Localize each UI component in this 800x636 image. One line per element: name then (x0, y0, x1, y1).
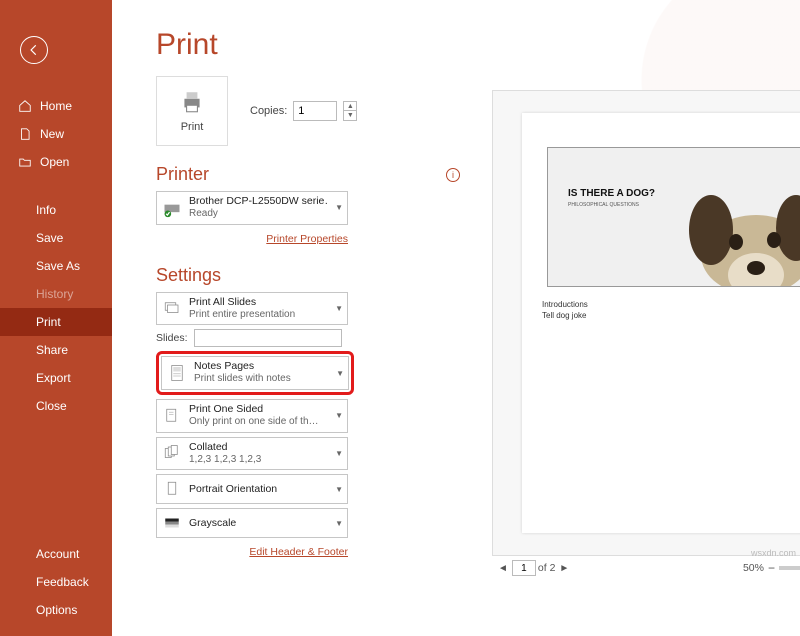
zoom-out-button[interactable]: − (768, 561, 775, 575)
preview-viewport: IS THERE A DOG? PHILOSOPHICAL QUESTIONS … (492, 90, 800, 556)
dog-image (666, 180, 800, 287)
zoom-slider[interactable] (779, 566, 800, 570)
sides-dropdown[interactable]: Print One SidedOnly print on one side of… (156, 399, 348, 433)
back-button[interactable] (20, 36, 48, 64)
orientation-dropdown[interactable]: Portrait Orientation ▼ (156, 474, 348, 504)
printer-ready-icon (161, 197, 183, 219)
sidebar-item-print[interactable]: Print (0, 308, 112, 336)
collation-dropdown[interactable]: Collated1,2,3 1,2,3 1,2,3 ▼ (156, 437, 348, 471)
sidebar-item-info[interactable]: Info (0, 196, 112, 224)
printer-icon (179, 89, 205, 115)
one-sided-icon (161, 405, 183, 427)
print-button[interactable]: Print (156, 76, 228, 146)
next-page-button[interactable]: ► (557, 563, 571, 574)
copies-input[interactable] (293, 101, 337, 121)
slide-thumbnail: IS THERE A DOG? PHILOSOPHICAL QUESTIONS (547, 147, 800, 287)
color-dropdown[interactable]: Grayscale ▼ (156, 508, 348, 538)
page-number-input[interactable] (512, 560, 536, 576)
prev-page-button[interactable]: ◄ (496, 563, 510, 574)
sidebar-item-share[interactable]: Share (0, 336, 112, 364)
slides-label: Slides: (156, 332, 188, 344)
slides-stack-icon (161, 297, 183, 319)
page-total: of 2 (538, 562, 556, 574)
sidebar-label: Home (40, 99, 72, 113)
slides-range-input[interactable] (194, 329, 342, 347)
zoom-level: 50% (743, 562, 764, 574)
preview-footer: ◄ of 2 ► 50% − + (492, 556, 800, 580)
slide-title: IS THERE A DOG? (568, 188, 655, 199)
print-layout-dropdown[interactable]: Notes PagesPrint slides with notes ▼ (161, 356, 349, 390)
print-range-dropdown[interactable]: Print All SlidesPrint entire presentatio… (156, 292, 348, 326)
chevron-down-icon: ▼ (335, 449, 343, 458)
sidebar-label: New (40, 127, 64, 141)
printer-properties-link[interactable]: Printer Properties (266, 233, 348, 245)
layout-dropdown-highlight: Notes PagesPrint slides with notes ▼ (156, 351, 354, 395)
notes-page-icon (166, 362, 188, 384)
chevron-down-icon: ▼ (335, 203, 343, 212)
page-title: Print (156, 28, 800, 62)
sidebar-item-new[interactable]: New (0, 120, 112, 148)
printer-dropdown[interactable]: Brother DCP-L2550DW serie…Ready ▼ (156, 191, 348, 225)
printer-info-icon[interactable]: i (446, 168, 460, 182)
chevron-down-icon: ▼ (336, 369, 344, 378)
preview-page: IS THERE A DOG? PHILOSOPHICAL QUESTIONS … (522, 113, 800, 533)
print-preview: IS THERE A DOG? PHILOSOPHICAL QUESTIONS … (492, 90, 800, 580)
chevron-down-icon: ▼ (335, 485, 343, 494)
sidebar-item-close[interactable]: Close (0, 392, 112, 420)
sidebar-item-open[interactable]: Open (0, 148, 112, 176)
sidebar-item-saveas[interactable]: Save As (0, 252, 112, 280)
sidebar-item-home[interactable]: Home (0, 92, 112, 120)
sidebar-label: Open (40, 155, 69, 169)
notes-text: Introductions Tell dog joke (542, 299, 800, 321)
copies-label: Copies: (250, 105, 287, 117)
sidebar-item-feedback[interactable]: Feedback (0, 568, 112, 596)
copies-control: Copies: ▲▼ (250, 101, 357, 121)
header-footer-link[interactable]: Edit Header & Footer (249, 546, 348, 558)
chevron-down-icon: ▼ (335, 304, 343, 313)
watermark: wsxdn.com (751, 548, 796, 558)
copies-spinner[interactable]: ▲▼ (343, 101, 357, 121)
backstage-sidebar: Home New Open Info Save Save As History … (0, 0, 112, 636)
sidebar-item-export[interactable]: Export (0, 364, 112, 392)
slide-subtitle: PHILOSOPHICAL QUESTIONS (568, 202, 639, 208)
sidebar-item-options[interactable]: Options (0, 596, 112, 624)
print-backstage: Print Print Copies: ▲▼ Printer i Brother… (112, 0, 800, 636)
chevron-down-icon: ▼ (335, 411, 343, 420)
grayscale-icon (161, 512, 183, 534)
sidebar-item-account[interactable]: Account (0, 540, 112, 568)
chevron-down-icon: ▼ (335, 519, 343, 528)
sidebar-item-history: History (0, 280, 112, 308)
portrait-icon (161, 478, 183, 500)
collated-icon (161, 442, 183, 464)
sidebar-item-save[interactable]: Save (0, 224, 112, 252)
